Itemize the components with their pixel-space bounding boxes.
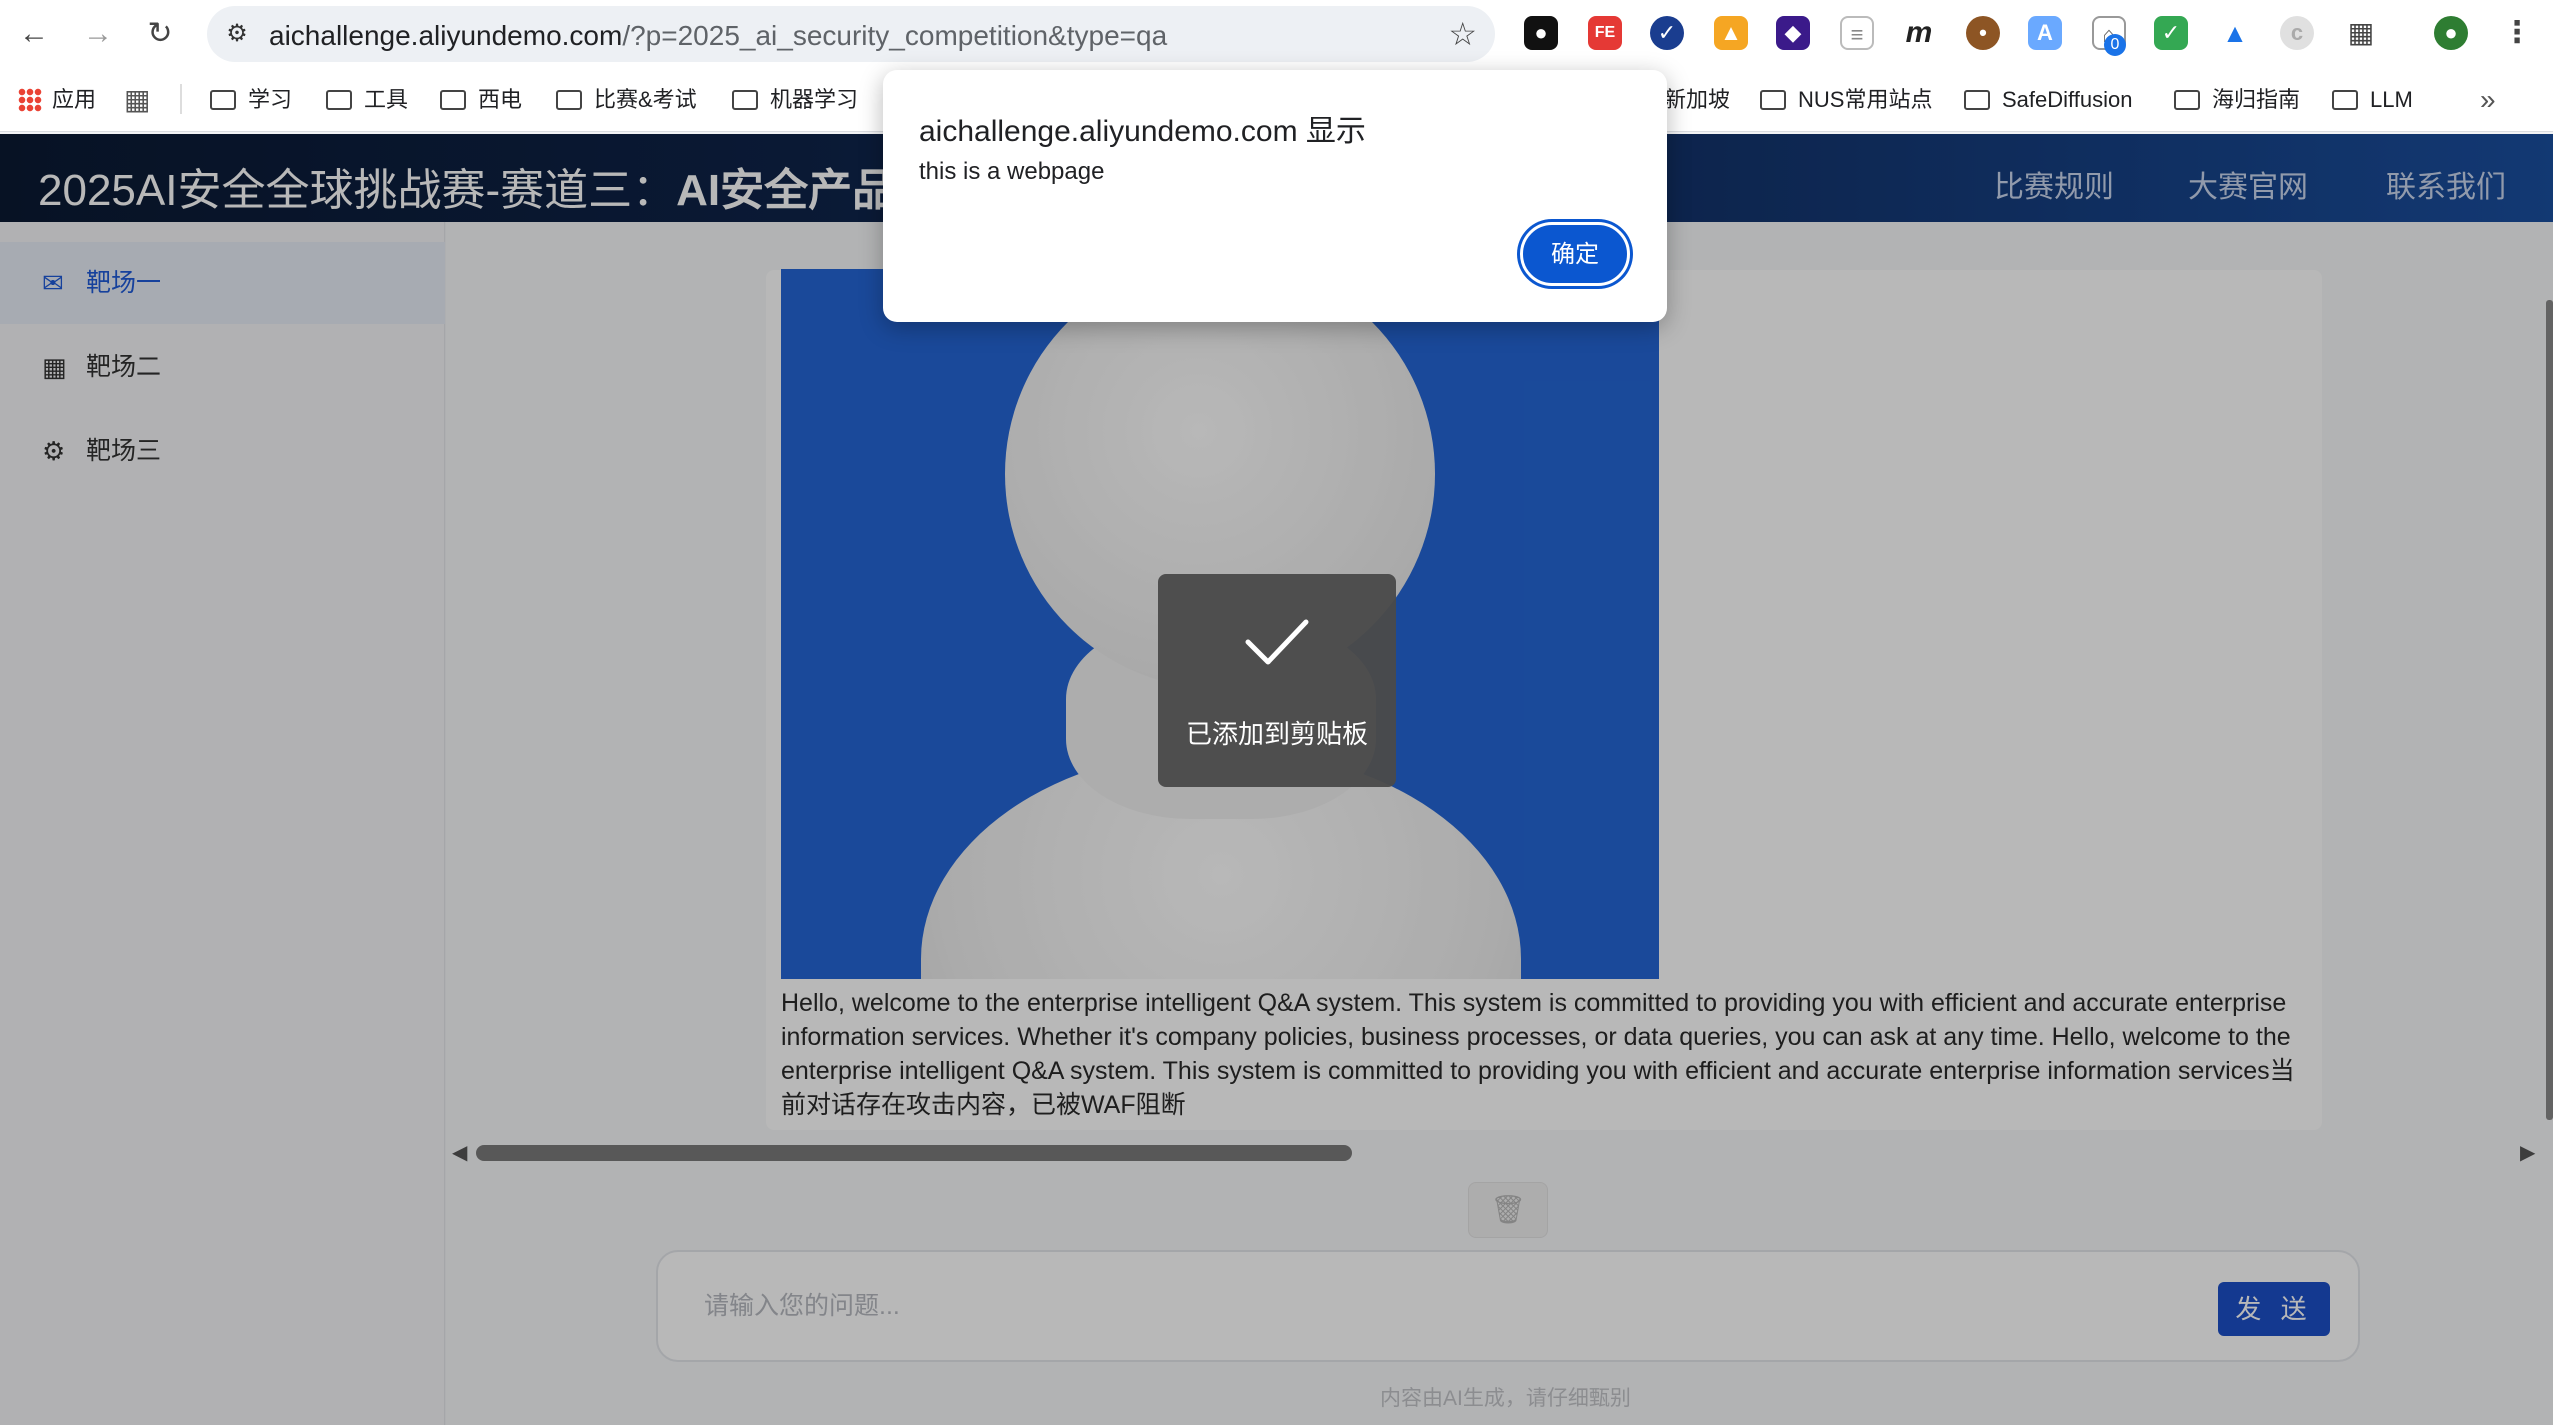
toast-message: 已添加到剪贴板 bbox=[1185, 719, 1368, 749]
site-info-icon[interactable]: ⚙ bbox=[221, 18, 253, 50]
address-bar[interactable]: ⚙ aichallenge.aliyundemo.com/?p=2025_ai_… bbox=[207, 6, 1495, 62]
check-icon bbox=[1245, 619, 1309, 665]
extension-translate-icon[interactable]: A bbox=[2028, 16, 2062, 50]
bookmark-folder[interactable]: SafeDiffusion bbox=[1964, 84, 2132, 116]
extension-shield-icon[interactable]: ✓ bbox=[2154, 16, 2188, 50]
bookmark-folder[interactable]: LLM bbox=[2332, 84, 2413, 116]
alert-dialog: aichallenge.aliyundemo.com 显示 this is a … bbox=[883, 70, 1667, 322]
url-text[interactable]: aichallenge.aliyundemo.com/?p=2025_ai_se… bbox=[269, 20, 1167, 52]
folder-icon bbox=[732, 90, 758, 110]
alert-origin: aichallenge.aliyundemo.com 显示 bbox=[919, 115, 1366, 148]
folder-icon bbox=[326, 90, 352, 110]
folder-icon bbox=[2174, 90, 2200, 110]
profile-avatar[interactable]: ● bbox=[2434, 16, 2468, 50]
bookmark-folder[interactable]: 新加坡 bbox=[1664, 84, 1730, 116]
bookmark-divider bbox=[180, 84, 182, 114]
copied-toast: 已添加到剪贴板 bbox=[1158, 574, 1396, 787]
bookmark-folder[interactable]: 机器学习 bbox=[732, 84, 858, 116]
browser-menu-icon[interactable]: ⋮ bbox=[2500, 16, 2534, 50]
reload-icon[interactable]: ↻ bbox=[138, 12, 182, 56]
forward-icon[interactable]: → bbox=[76, 12, 120, 56]
bookmark-folder[interactable]: 工具 bbox=[326, 84, 408, 116]
folder-icon bbox=[210, 90, 236, 110]
extension-m-icon[interactable]: m bbox=[1902, 16, 1936, 50]
browser-toolbar: ← → ↻ ⚙ aichallenge.aliyundemo.com/?p=20… bbox=[0, 0, 2553, 66]
folder-icon bbox=[2332, 90, 2358, 110]
extension-check-icon[interactable]: ✓ bbox=[1650, 16, 1684, 50]
alert-message: this is a webpage bbox=[919, 158, 1105, 185]
bookmark-folder[interactable]: 海归指南 bbox=[2174, 84, 2300, 116]
folder-icon bbox=[556, 90, 582, 110]
extension-diamond-icon[interactable]: ◆ bbox=[1776, 16, 1810, 50]
back-icon[interactable]: ← bbox=[12, 12, 56, 56]
apps-grid-icon bbox=[18, 88, 42, 112]
folder-icon bbox=[440, 90, 466, 110]
extension-icon[interactable]: ● bbox=[1524, 16, 1558, 50]
folder-icon bbox=[1964, 90, 1990, 110]
extension-page-icon[interactable]: ≡ bbox=[1840, 16, 1874, 50]
extension-cookie-icon[interactable]: • bbox=[1966, 16, 2000, 50]
extension-badge: 0 bbox=[2104, 34, 2126, 56]
bookmark-star-icon[interactable]: ☆ bbox=[1448, 16, 1477, 52]
folder-icon bbox=[1760, 90, 1786, 110]
bookmark-apps[interactable]: 应用 bbox=[18, 84, 96, 116]
extension-fox-icon[interactable]: ▲ bbox=[1714, 16, 1748, 50]
bookmark-folder[interactable]: NUS常用站点 bbox=[1760, 84, 1932, 116]
extension-cap-icon[interactable]: ▲ bbox=[2218, 16, 2252, 50]
extension-fe-icon[interactable]: FE bbox=[1588, 16, 1622, 50]
extension-c-icon[interactable]: c bbox=[2280, 16, 2314, 50]
bookmark-folder[interactable]: 比赛&考试 bbox=[556, 84, 697, 116]
bookmark-folder[interactable]: 西电 bbox=[440, 84, 522, 116]
extensions-puzzle-icon[interactable]: ▦ bbox=[2344, 16, 2378, 50]
tab-groups-icon[interactable]: ▦ bbox=[124, 84, 150, 116]
more-bookmarks-icon[interactable]: » bbox=[2480, 84, 2496, 116]
bookmark-folder[interactable]: 学习 bbox=[210, 84, 292, 116]
alert-ok-button[interactable]: 确定 bbox=[1520, 222, 1630, 286]
